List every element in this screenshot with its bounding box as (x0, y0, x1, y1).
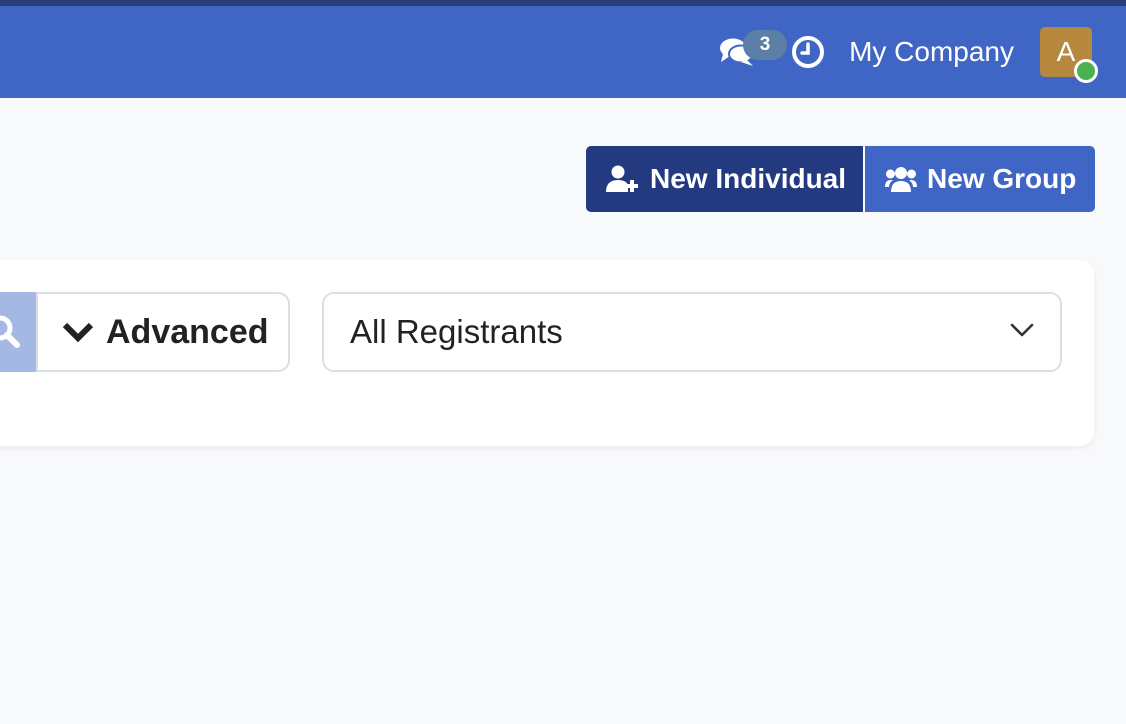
users-icon (885, 167, 917, 192)
new-individual-button[interactable]: New Individual (586, 146, 863, 212)
advanced-filter-button[interactable]: Advanced (36, 292, 290, 372)
chevron-down-icon (1010, 323, 1034, 337)
search-button[interactable] (0, 292, 36, 372)
registrant-filter-select[interactable]: All Registrants (322, 292, 1062, 372)
user-avatar[interactable]: A (1040, 27, 1098, 83)
messages-count-badge: 3 (743, 30, 788, 60)
new-group-label: New Group (927, 163, 1077, 194)
user-plus-icon (606, 165, 638, 192)
avatar-initial: A (1056, 36, 1076, 67)
registrant-filter-value: All Registrants (350, 313, 563, 350)
online-status-dot (1074, 59, 1098, 83)
search-icon (0, 315, 20, 348)
company-switcher[interactable]: My Company (849, 36, 1014, 68)
create-actions: New Individual New Group (586, 146, 1095, 212)
clock-icon[interactable] (791, 35, 825, 69)
top-navbar: 3 My Company A (0, 0, 1126, 98)
new-group-button[interactable]: New Group (865, 146, 1095, 212)
messages-button[interactable]: 3 (719, 30, 788, 72)
chevron-down-icon (62, 322, 94, 343)
new-individual-label: New Individual (650, 163, 847, 194)
advanced-label: Advanced (106, 312, 269, 351)
navbar-right-group: 3 My Company A (719, 24, 1098, 83)
